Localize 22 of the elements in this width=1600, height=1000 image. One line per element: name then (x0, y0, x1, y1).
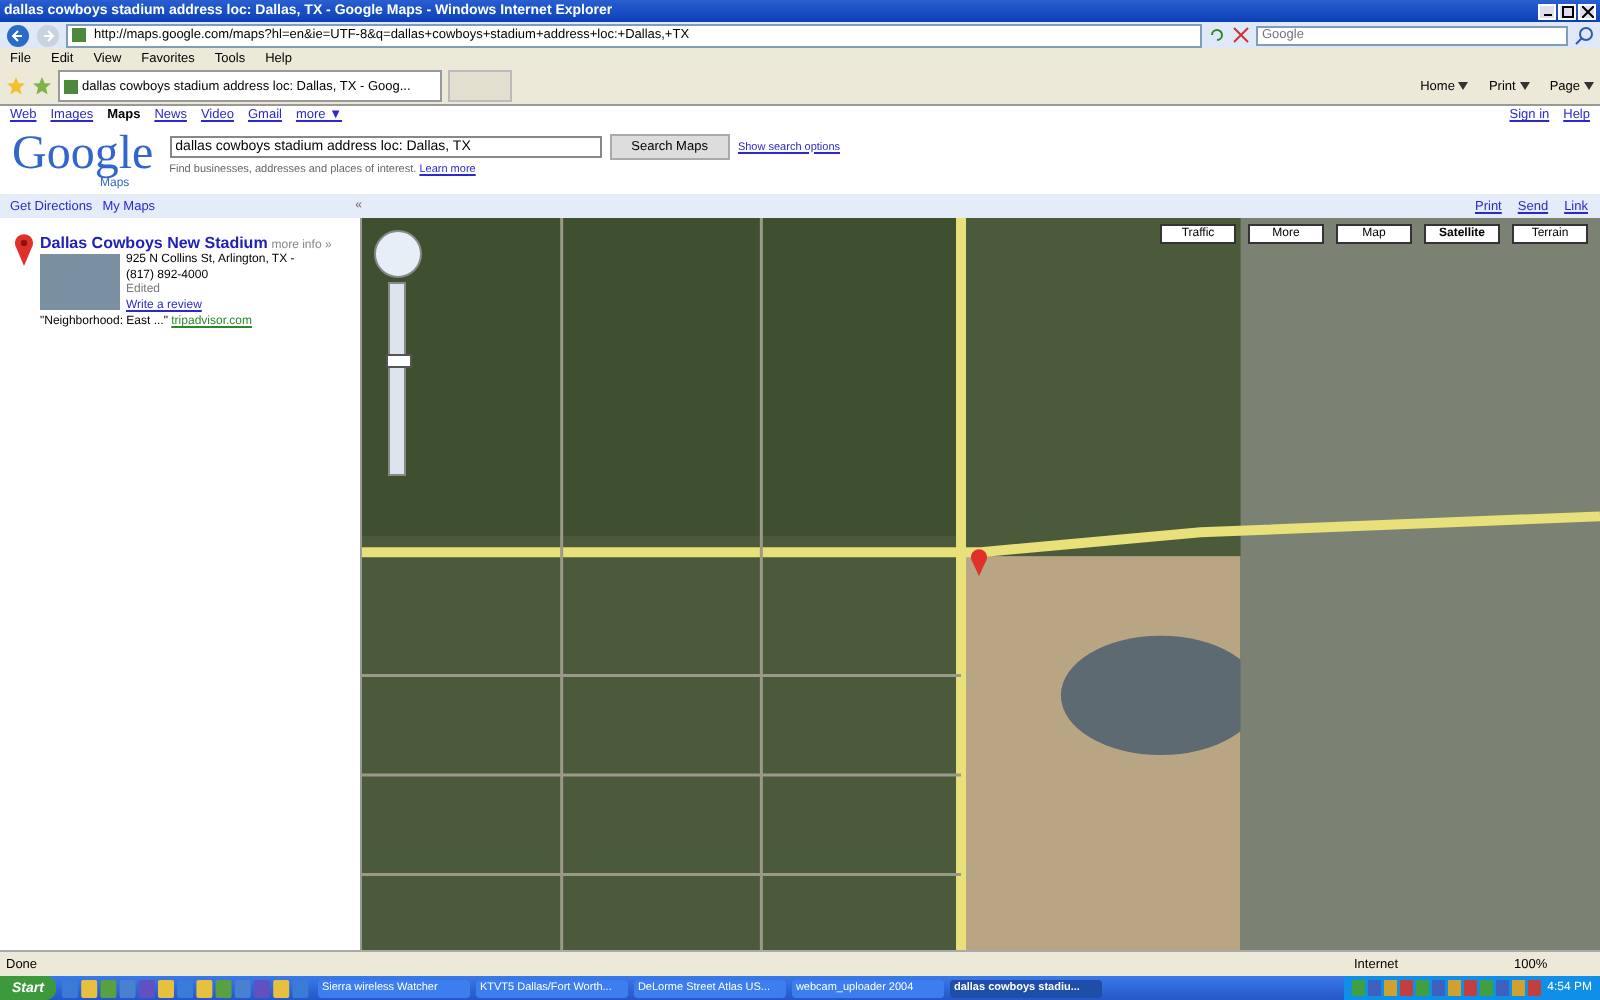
minimize-button[interactable] (1538, 3, 1556, 19)
map-pin-icon (14, 234, 34, 266)
close-icon (1581, 5, 1593, 17)
back-icon[interactable] (6, 23, 30, 47)
zoom-slider-thumb[interactable] (386, 354, 412, 369)
maximize-button[interactable] (1558, 3, 1576, 19)
photo-placeholder (40, 254, 120, 310)
star-icon[interactable] (6, 76, 26, 96)
quick-launch-icons-drawing[interactable] (61, 979, 312, 997)
caret-icon (1519, 82, 1530, 90)
satellite-map-drawing[interactable] (362, 218, 1600, 950)
add-star-icon[interactable] (32, 76, 52, 96)
close-button[interactable] (1578, 3, 1596, 19)
result-title[interactable]: Dallas Cowboys New Stadium (40, 234, 268, 252)
caret-icon (1458, 82, 1469, 90)
refresh-icon[interactable] (1208, 26, 1226, 44)
zoom-slider[interactable] (388, 282, 406, 476)
map-pin-icon[interactable] (970, 548, 988, 576)
search-icon[interactable] (1574, 25, 1594, 45)
maximize-icon (1561, 5, 1573, 17)
caret-icon (1584, 82, 1594, 90)
stop-icon[interactable] (1232, 26, 1250, 44)
